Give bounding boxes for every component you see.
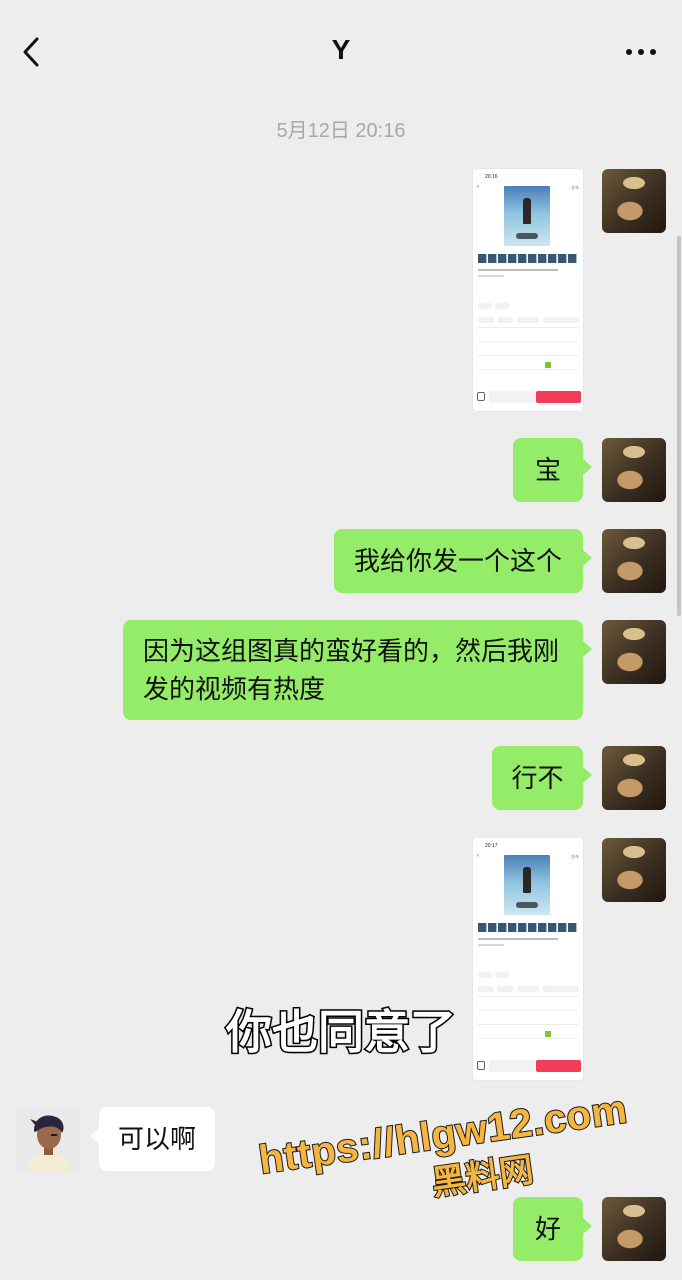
more-dots-icon: [626, 49, 632, 55]
screenshot-status-time: 20:17: [485, 843, 498, 849]
screenshot-publish-label: 发布: [571, 185, 579, 190]
received-message[interactable]: 可以啊: [90, 1107, 215, 1171]
screenshot-photo: [504, 186, 550, 246]
contact-avatar[interactable]: [16, 1107, 80, 1171]
scrollbar[interactable]: [677, 236, 681, 616]
sent-message[interactable]: 我给你发一个这个: [334, 529, 592, 593]
chat-header: Y: [0, 0, 682, 100]
sent-message[interactable]: 宝: [513, 438, 592, 502]
my-avatar[interactable]: [602, 838, 666, 902]
more-button[interactable]: [618, 36, 658, 68]
screenshot-photo: [504, 855, 550, 915]
my-avatar[interactable]: [602, 438, 666, 502]
chevron-left-icon: [23, 37, 39, 67]
message-timestamp: 5月12日 20:16: [276, 120, 406, 142]
more-dots-icon: [638, 49, 644, 55]
screenshot-publish-label: 发布: [571, 854, 579, 859]
my-avatar[interactable]: [602, 746, 666, 810]
cartoon-person-icon: [16, 1107, 80, 1171]
image-message[interactable]: 20:16 ‹ 发布: [473, 169, 583, 411]
video-subtitle: 你也同意了: [225, 1005, 458, 1060]
my-avatar[interactable]: [602, 169, 666, 233]
sent-message[interactable]: 因为这组图真的蛮好看的，然后我刚发的视频有热度: [123, 620, 592, 720]
my-avatar[interactable]: [602, 529, 666, 593]
back-button[interactable]: [14, 34, 50, 70]
screenshot-status-time: 20:16: [485, 174, 498, 180]
my-avatar[interactable]: [602, 620, 666, 684]
chat-title: Y: [331, 34, 351, 65]
more-dots-icon: [650, 49, 656, 55]
my-avatar[interactable]: [602, 1197, 666, 1261]
sent-message[interactable]: 行不: [492, 746, 592, 810]
